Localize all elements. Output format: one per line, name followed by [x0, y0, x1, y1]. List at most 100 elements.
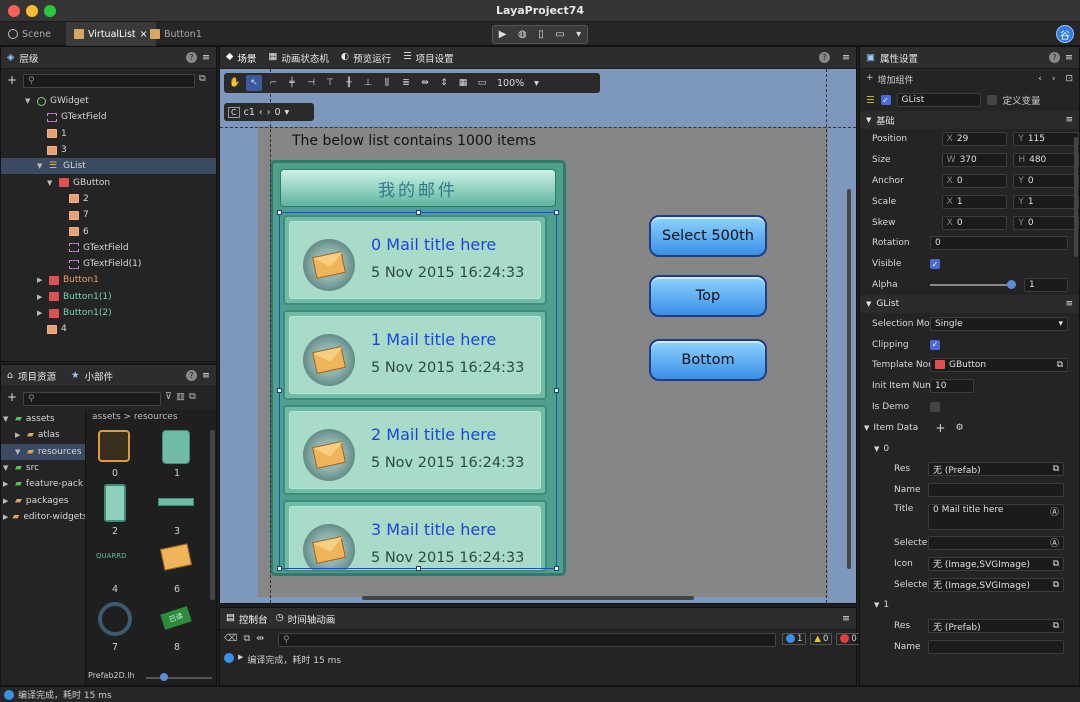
- assets-search-input[interactable]: ⚲: [23, 392, 161, 406]
- chevron-down-icon[interactable]: ▼: [15, 448, 23, 456]
- tree-node[interactable]: 7: [1, 207, 216, 223]
- asset-thumb[interactable]: 已读: [160, 606, 192, 630]
- grid-layout-icon[interactable]: ▦: [455, 75, 471, 91]
- help-icon[interactable]: ?: [186, 52, 198, 63]
- chevron-down-icon[interactable]: ▼: [47, 179, 55, 187]
- scale-y-field[interactable]: Y1: [1013, 194, 1079, 209]
- console-search-input[interactable]: ⚲: [278, 633, 776, 647]
- tree-node[interactable]: ▶ Button1(2): [1, 305, 216, 321]
- text-format-icon[interactable]: Ⓐ: [1050, 505, 1059, 518]
- tree-node[interactable]: 2: [1, 191, 216, 207]
- globe-icon[interactable]: ◍: [518, 29, 527, 40]
- tree-node[interactable]: GTextField: [1, 109, 216, 125]
- asset-thumb[interactable]: QUARRD: [96, 552, 127, 560]
- chevron-down-icon[interactable]: ▾: [285, 107, 290, 118]
- asset-scrollbar[interactable]: [210, 430, 215, 600]
- folder-node[interactable]: ▶ ▰ feature-pack: [1, 476, 85, 492]
- zoom-select[interactable]: 100% ▾: [497, 78, 539, 89]
- clipping-checkbox[interactable]: ✓: [930, 339, 940, 350]
- position-x-field[interactable]: X 29: [941, 132, 1008, 147]
- name-field[interactable]: [928, 483, 1064, 498]
- play-icon[interactable]: ▶: [499, 29, 507, 40]
- monitor-icon[interactable]: ▭: [555, 29, 564, 40]
- link-icon[interactable]: ⧉: [1057, 360, 1063, 370]
- tree-node[interactable]: 3: [1, 142, 216, 158]
- tree-node[interactable]: 6: [1, 223, 216, 239]
- asset-thumb[interactable]: [104, 484, 126, 522]
- resize-handle[interactable]: [554, 388, 559, 393]
- link-icon[interactable]: ⧉: [1053, 464, 1059, 474]
- user-avatar[interactable]: 谷: [1056, 25, 1074, 43]
- slider-handle[interactable]: [160, 673, 168, 681]
- tree-node[interactable]: ▼ GWidget: [1, 93, 216, 109]
- distribute-h-icon[interactable]: ⫼: [379, 75, 395, 91]
- clear-icon[interactable]: ⌫: [224, 633, 237, 644]
- section-glist[interactable]: ▼ GList ≡: [860, 295, 1079, 314]
- chevron-right-icon[interactable]: ▶: [3, 513, 8, 521]
- collapse-all-icon[interactable]: ⧉: [199, 73, 206, 84]
- menu-icon[interactable]: ≡: [1065, 115, 1073, 125]
- phone-icon[interactable]: ▯: [538, 29, 544, 40]
- title-field[interactable]: 0 Mail title here Ⓐ: [928, 503, 1064, 530]
- align-top-icon[interactable]: ⊤: [322, 75, 338, 91]
- folder-node[interactable]: ▼ ▰ assets: [1, 411, 85, 427]
- text-format-icon[interactable]: Ⓐ: [1050, 536, 1059, 549]
- top-button[interactable]: Top: [649, 275, 767, 317]
- filter-icon[interactable]: ⊽: [165, 391, 176, 402]
- chevron-down-icon[interactable]: ▼: [874, 445, 879, 453]
- inspector-scrollbar[interactable]: [1074, 137, 1078, 257]
- menu-icon[interactable]: ≡: [842, 613, 850, 624]
- tab-button1[interactable]: Button1: [142, 22, 210, 46]
- align-middle-icon[interactable]: ╫: [341, 75, 357, 91]
- link-icon[interactable]: ⧉: [1053, 559, 1059, 569]
- settings-icon[interactable]: ⚙: [955, 423, 963, 433]
- tree-node-selected[interactable]: ▼ ☰ GList: [1, 158, 216, 175]
- alpha-slider[interactable]: [930, 279, 1016, 289]
- init-num-field[interactable]: 10: [930, 379, 974, 394]
- vertical-scrollbar[interactable]: [847, 189, 851, 569]
- alpha-field[interactable]: 1: [1024, 277, 1068, 292]
- help-icon[interactable]: ?: [819, 52, 831, 63]
- tab-widgets[interactable]: 小部件: [85, 369, 114, 383]
- horizontal-scrollbar[interactable]: [362, 596, 694, 600]
- tab-scene-view[interactable]: ◆ 场景: [226, 51, 256, 65]
- info-filter-button[interactable]: 1: [782, 633, 807, 645]
- warn-filter-button[interactable]: ▲ 0: [810, 633, 833, 645]
- folder-node[interactable]: ▶ ▰ editor-widgets: [1, 509, 88, 525]
- stage-canvas[interactable]: The below list contains 1000 items 我的邮件 …: [258, 127, 828, 597]
- link-icon[interactable]: ⧉: [1053, 621, 1059, 631]
- slider-handle[interactable]: [1007, 279, 1016, 289]
- viewport[interactable]: ✋ ↖ ⊢ ╪ ⊣ ⊤ ╫ ⊥ ⫼ ≣ ⇹ ⇕ ▦ ▭ 100% ▾ C c1 ‹…: [220, 69, 856, 603]
- prev-page-icon[interactable]: ‹: [259, 107, 263, 118]
- same-height-icon[interactable]: ⇕: [436, 75, 452, 91]
- resize-handle[interactable]: [277, 388, 282, 393]
- align-bottom-icon[interactable]: ⊥: [360, 75, 376, 91]
- name-field[interactable]: [928, 639, 1064, 654]
- tree-node[interactable]: ▼ GButton: [1, 174, 216, 190]
- tree-node[interactable]: 1: [1, 126, 216, 142]
- hierarchy-search-input[interactable]: ⚲: [23, 74, 195, 88]
- chevron-right-icon[interactable]: ▶: [3, 497, 11, 505]
- folder-node[interactable]: ▶ ▰ packages: [1, 492, 85, 508]
- visible-checkbox[interactable]: ✓: [930, 259, 940, 270]
- align-right-icon[interactable]: ⊣: [303, 75, 319, 91]
- chevron-down-icon[interactable]: ▼: [3, 415, 11, 423]
- chevron-right-icon[interactable]: ▶: [37, 276, 45, 284]
- selected-title-field[interactable]: Ⓐ: [928, 535, 1064, 550]
- scale-x-field[interactable]: X1: [941, 194, 1008, 209]
- tree-node[interactable]: ▶ Button1: [1, 272, 216, 288]
- error-filter-button[interactable]: 0: [836, 633, 861, 645]
- select-tool-icon[interactable]: ↖: [246, 75, 262, 91]
- help-icon[interactable]: ?: [1049, 52, 1061, 63]
- skew-x-field[interactable]: X0: [941, 215, 1008, 230]
- chevron-right-icon[interactable]: ▶: [3, 480, 11, 488]
- console-log-row[interactable]: ▶ 编译完成，耗时 15 ms: [224, 653, 341, 666]
- resize-handle[interactable]: [416, 566, 421, 571]
- tree-node[interactable]: ▶ Button1(1): [1, 289, 216, 305]
- thumb-size-slider[interactable]: [146, 677, 212, 679]
- add-node-button[interactable]: +: [7, 73, 17, 87]
- anchor-y-field[interactable]: Y0: [1013, 173, 1079, 188]
- menu-icon[interactable]: ≡: [202, 52, 210, 63]
- tree-node[interactable]: 4: [1, 321, 216, 337]
- link-icon[interactable]: ⧉: [1053, 580, 1059, 590]
